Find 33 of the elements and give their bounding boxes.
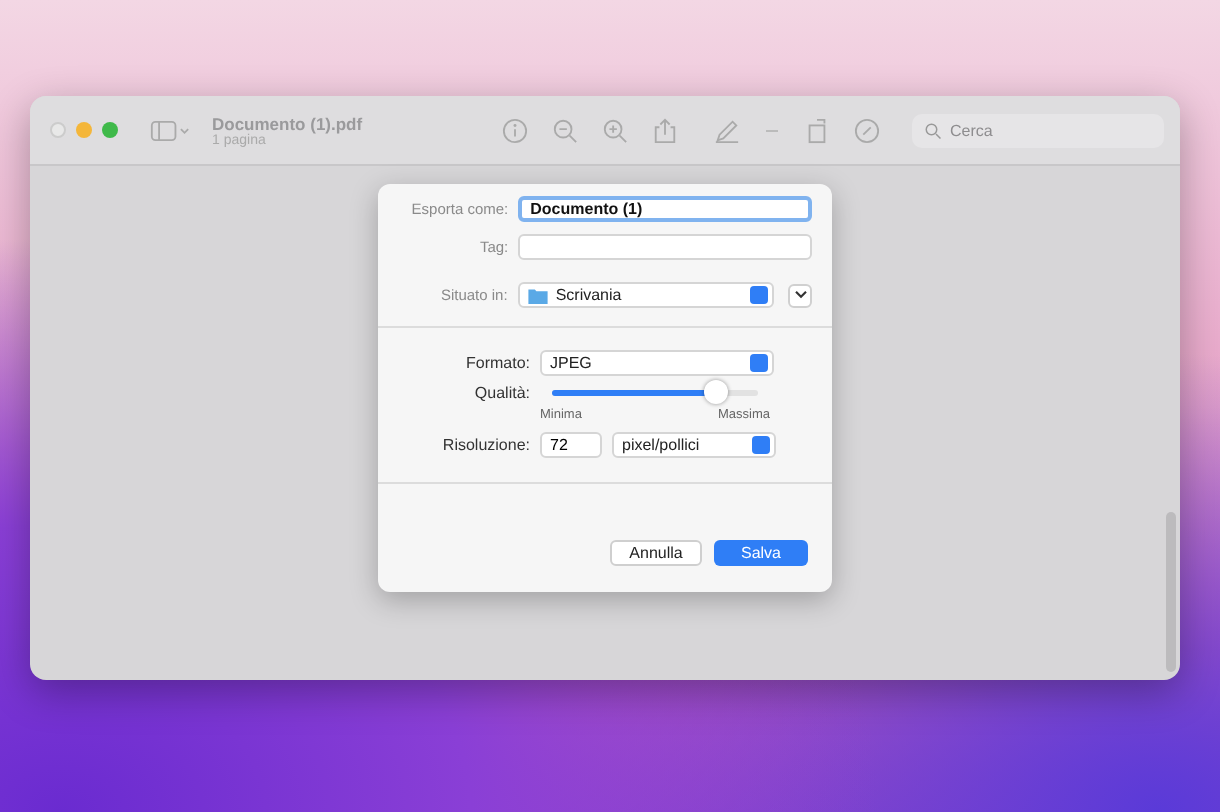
caret-icon [793, 290, 808, 300]
expand-button[interactable] [788, 283, 812, 307]
scroll-bar[interactable] [1166, 512, 1176, 672]
resolution-field[interactable]: 72 [540, 432, 602, 458]
slider-thumb[interactable] [704, 379, 729, 403]
zoom-button[interactable] [102, 122, 118, 138]
field-label: Qualità: [472, 383, 530, 401]
unit-dropdown[interactable]: pixel/pollici [612, 432, 776, 458]
stepper-icon [750, 354, 768, 372]
rotate-icon[interactable] [804, 117, 830, 143]
filename-field[interactable]: Documento (1) [518, 196, 812, 222]
info-icon[interactable] [502, 117, 528, 143]
search-icon [924, 121, 942, 139]
field-label: Formato: [463, 354, 530, 372]
tag-field[interactable] [518, 234, 812, 260]
location-dropdown[interactable]: Scrivania [517, 282, 775, 308]
markup-icon[interactable] [854, 117, 880, 143]
stepper-icon [752, 436, 770, 454]
stepper-icon [750, 286, 769, 304]
zoom-out-icon[interactable] [552, 117, 578, 143]
zoom-in-icon[interactable] [602, 117, 628, 143]
folder-icon [527, 287, 548, 303]
minimize-button[interactable] [76, 122, 92, 138]
field-label: Risoluzione: [440, 436, 530, 454]
window-title: Documento (1).pdf [212, 113, 365, 133]
sidebar-icon[interactable] [150, 119, 190, 141]
pencil-icon[interactable] [714, 117, 740, 143]
search-field[interactable]: Cerca [912, 113, 1164, 147]
share-icon[interactable] [652, 117, 678, 143]
format-dropdown[interactable]: JPEG [540, 350, 774, 376]
close-button[interactable] [50, 122, 66, 138]
cancel-button[interactable]: Annulla [610, 540, 702, 566]
save-button[interactable]: Salva [714, 540, 808, 566]
